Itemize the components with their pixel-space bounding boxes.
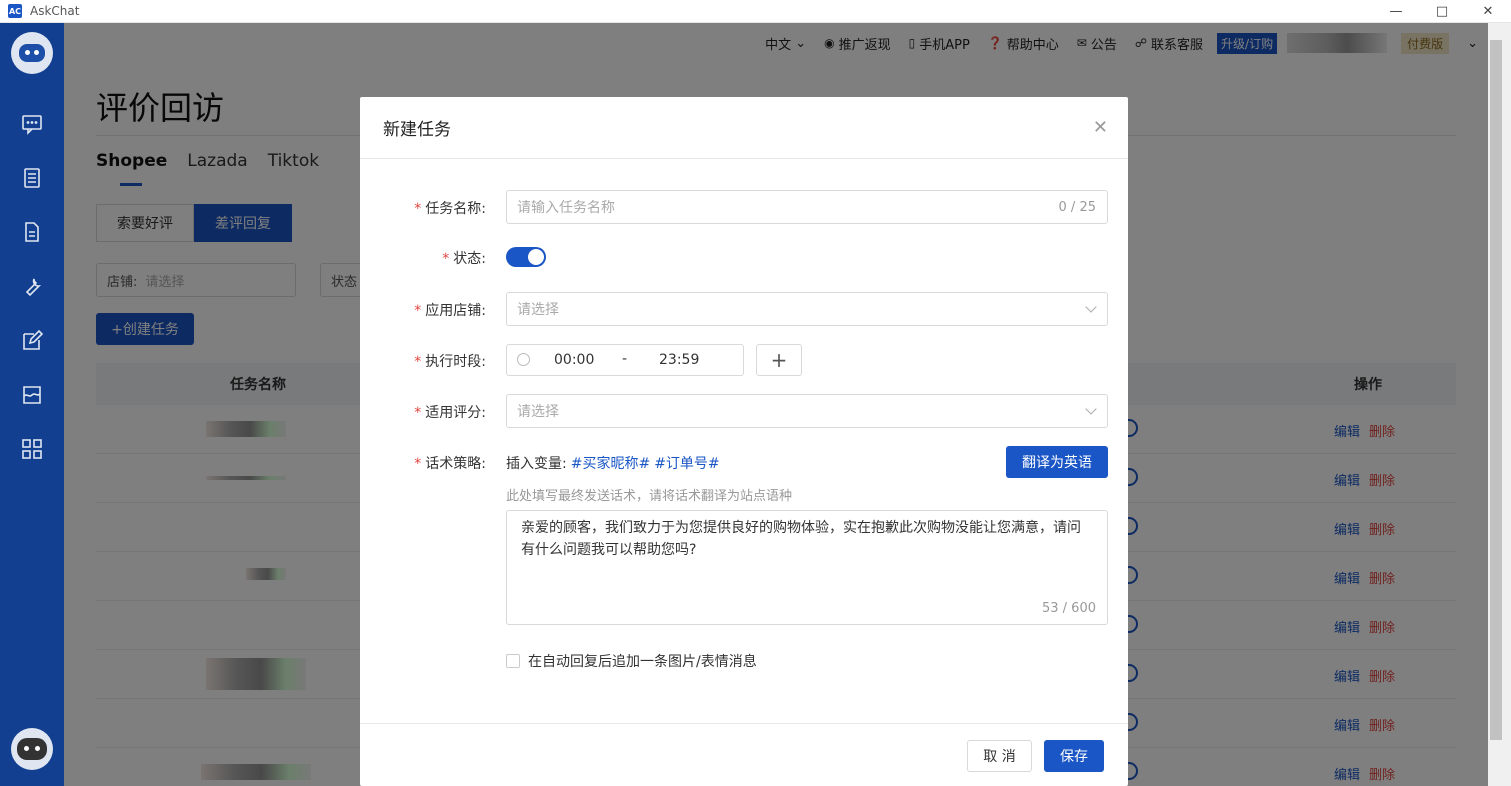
task-name-placeholder: 请输入任务名称 [517, 200, 615, 216]
add-time-range-button[interactable]: + [756, 344, 802, 376]
chevron-down-icon [1085, 301, 1097, 313]
rating-select-placeholder: 请选择 [517, 404, 559, 420]
append-image-checkbox[interactable]: 在自动回复后追加一条图片/表情消息 [506, 651, 757, 671]
status-label: * 状态: [442, 251, 486, 267]
app-logo-icon: AC [8, 4, 22, 18]
translate-english-button[interactable]: 翻译为英语 [1006, 446, 1108, 478]
modal-header: 新建任务 ✕ [360, 97, 1128, 159]
window-titlebar: AC AskChat — □ ✕ [0, 0, 1511, 23]
modal-footer: 取 消 保存 [360, 723, 1128, 786]
script-text: 亲爱的顾客，我们致力于为您提供良好的购物体验，实在抱歉此次购物没能让您满意，请问… [521, 520, 1081, 558]
edit-icon[interactable] [20, 329, 44, 353]
script-textarea[interactable]: 亲爱的顾客，我们致力于为您提供良好的购物体验，实在抱歉此次购物没能让您满意，请问… [506, 510, 1108, 625]
cancel-button[interactable]: 取 消 [967, 740, 1032, 772]
variable-buyer-nickname[interactable]: #买家昵称# [571, 456, 650, 472]
shop-select[interactable]: 请选择 [506, 292, 1108, 326]
modal-title: 新建任务 [383, 120, 451, 140]
wrench-icon[interactable] [20, 275, 44, 299]
script-hint: 此处填写最终发送话术，请将话术翻译为站点语种 [506, 489, 793, 504]
time-start[interactable]: 00:00 [554, 352, 594, 368]
maximize-icon[interactable]: □ [1419, 0, 1465, 23]
append-image-label: 在自动回复后追加一条图片/表情消息 [528, 654, 757, 670]
document-icon[interactable] [20, 220, 44, 244]
sidebar [0, 23, 64, 786]
task-name-counter: 0 / 25 [1058, 199, 1096, 215]
user-avatar[interactable] [11, 728, 53, 770]
clock-icon [517, 353, 530, 366]
scrollbar-thumb[interactable] [1490, 40, 1502, 740]
task-name-label: * 任务名称: [414, 201, 486, 217]
script-counter: 53 / 600 [1042, 601, 1096, 616]
insert-variable-label: 插入变量: [506, 456, 567, 472]
time-label: * 执行时段: [414, 354, 486, 370]
plus-icon: + [770, 348, 788, 372]
shop-select-placeholder: 请选择 [517, 302, 559, 318]
time-end[interactable]: 23:59 [659, 352, 699, 368]
orders-icon[interactable] [20, 166, 44, 190]
shop-label: * 应用店铺: [414, 303, 486, 319]
vertical-scrollbar[interactable] [1488, 23, 1511, 786]
insert-variable-row: 插入变量: #买家昵称# #订单号# [506, 453, 720, 473]
store-icon[interactable] [20, 383, 44, 407]
rating-label: * 适用评分: [414, 405, 486, 421]
time-separator: - [622, 351, 628, 367]
new-task-modal: 新建任务 ✕ * 任务名称: 请输入任务名称 0 / 25 * 状态: * 应用店铺:… [360, 97, 1128, 786]
script-label: * 话术策略: [414, 456, 486, 472]
chat-icon[interactable] [20, 112, 44, 136]
close-icon[interactable]: ✕ [1093, 117, 1108, 138]
rating-select[interactable]: 请选择 [506, 394, 1108, 428]
variable-order-number[interactable]: #订单号# [654, 456, 719, 472]
status-toggle-switch[interactable] [506, 247, 546, 267]
chevron-down-icon [1085, 403, 1097, 415]
close-window-icon[interactable]: ✕ [1465, 0, 1511, 23]
checkbox[interactable] [506, 654, 520, 668]
window-controls: — □ ✕ [1373, 0, 1511, 23]
minimize-icon[interactable]: — [1373, 0, 1419, 23]
save-button[interactable]: 保存 [1044, 740, 1104, 772]
apps-grid-icon[interactable] [20, 437, 44, 461]
window-title: AskChat [30, 4, 80, 18]
task-name-input[interactable]: 请输入任务名称 0 / 25 [506, 190, 1108, 224]
time-range-picker[interactable]: 00:00 - 23:59 [506, 344, 744, 376]
brand-robot-icon[interactable] [11, 32, 53, 74]
